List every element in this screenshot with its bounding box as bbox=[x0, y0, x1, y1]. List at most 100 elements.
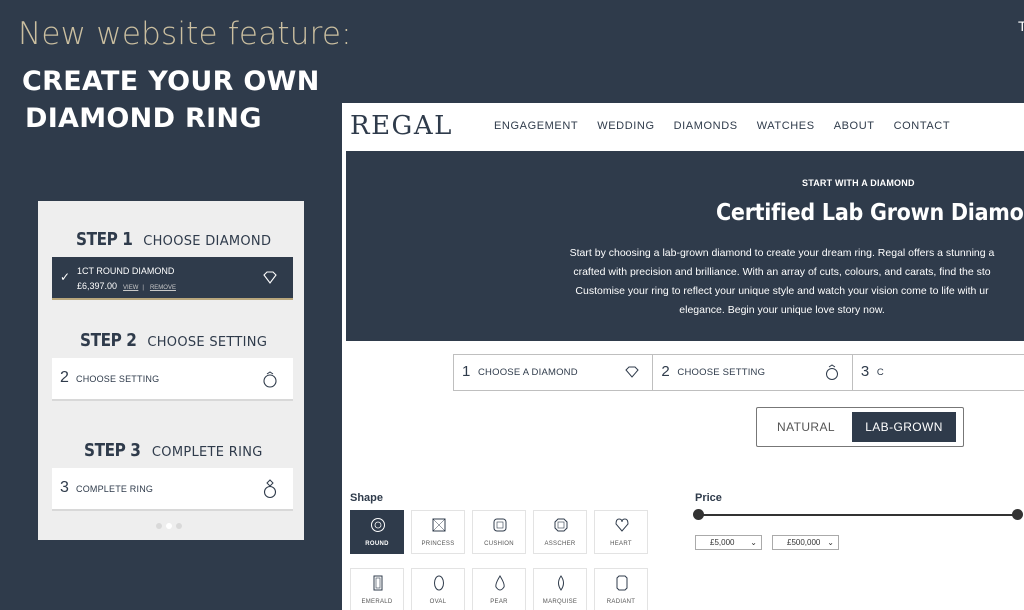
cushion-shape-icon bbox=[493, 518, 507, 532]
nav-watches[interactable]: WATCHES bbox=[757, 120, 815, 132]
chevron-down-icon: ⌄ bbox=[750, 538, 757, 547]
shape-option-marquise[interactable]: MARQUISE bbox=[533, 568, 587, 610]
price-max-value: £500,000 bbox=[787, 538, 821, 547]
promo-title: CREATE YOUR OWN DIAMOND RING bbox=[22, 63, 320, 137]
price-min-value: £5,000 bbox=[710, 538, 735, 547]
shape-option-label: MARQUISE bbox=[542, 599, 578, 605]
step2-box-label: CHOOSE SETTING bbox=[76, 374, 160, 384]
promo-title-line2: DIAMOND RING bbox=[25, 103, 262, 134]
step-number: 1 bbox=[462, 363, 471, 380]
feature-headline: New website feature: bbox=[18, 16, 352, 52]
shape-option-emerald[interactable]: EMERALD bbox=[350, 568, 404, 610]
nav-engagement[interactable]: ENGAGEMENT bbox=[494, 120, 578, 132]
shape-option-label: ROUND bbox=[365, 541, 389, 547]
price-slider-track[interactable] bbox=[698, 514, 1018, 516]
asscher-shape-icon bbox=[554, 518, 568, 532]
price-filter-label: Price bbox=[695, 492, 722, 504]
selected-diamond-price-row: £6,397.00 VIEW | REMOVE bbox=[77, 281, 176, 291]
check-icon: ✓ bbox=[60, 270, 71, 284]
shape-filter-label: Shape bbox=[350, 492, 384, 504]
hero-kicker: START WITH A DIAMOND bbox=[802, 178, 915, 188]
main-nav: ENGAGEMENT WEDDING DIAMONDS WATCHES ABOU… bbox=[494, 120, 969, 132]
marquise-shape-icon bbox=[558, 575, 564, 591]
selected-diamond-name: 1CT ROUND DIAMOND bbox=[77, 266, 175, 276]
hero-description: Start by choosing a lab-grown diamond to… bbox=[522, 244, 1024, 320]
shape-option-label: RADIANT bbox=[606, 599, 636, 605]
diamond-ring-icon bbox=[263, 479, 277, 499]
hero-line: Customise your ring to reflect your uniq… bbox=[575, 285, 989, 297]
step1-selected-diamond[interactable]: ✓ 1CT ROUND DIAMOND £6,397.00 VIEW | REMOVE bbox=[52, 257, 293, 300]
shape-option-label: PRINCESS bbox=[421, 541, 455, 547]
price-max-select[interactable]: £500,000 ⌄ bbox=[772, 535, 839, 550]
step2-box-number: 2 bbox=[60, 369, 69, 386]
carousel-dot[interactable] bbox=[156, 523, 162, 529]
carousel-dot[interactable] bbox=[166, 523, 172, 529]
oval-shape-icon bbox=[434, 575, 444, 591]
shape-option-label: HEART bbox=[610, 541, 632, 547]
step-label: CHOOSE A DIAMOND bbox=[478, 367, 578, 378]
price-min-select[interactable]: £5,000 ⌄ bbox=[695, 535, 762, 550]
lab-grown-option[interactable]: LAB-GROWN bbox=[852, 412, 956, 442]
step2-choose-setting[interactable]: 2 CHOOSE SETTING bbox=[52, 358, 293, 401]
nav-diamonds[interactable]: DIAMONDS bbox=[674, 120, 738, 132]
step2-heading: STEP 2 CHOOSE SETTING bbox=[38, 330, 304, 351]
shape-option-oval[interactable]: OVAL bbox=[411, 568, 465, 610]
step-choose-diamond[interactable]: 1 CHOOSE A DIAMOND bbox=[454, 355, 654, 390]
step3-box-number: 3 bbox=[60, 479, 69, 496]
heart-icon bbox=[625, 366, 640, 378]
step3-title: COMPLETE RING bbox=[151, 445, 263, 460]
remove-link[interactable]: REMOVE bbox=[150, 285, 176, 291]
hero-line: elegance. Begin your unique love story n… bbox=[679, 304, 885, 316]
shape-option-radiant[interactable]: RADIANT bbox=[594, 568, 648, 610]
carousel-dots[interactable] bbox=[156, 523, 182, 529]
princess-shape-icon bbox=[432, 518, 446, 532]
view-link[interactable]: VIEW bbox=[123, 285, 138, 291]
emerald-shape-icon bbox=[373, 575, 383, 591]
price-slider-max-handle[interactable] bbox=[1012, 509, 1023, 520]
step1-number: STEP 1 bbox=[75, 229, 133, 250]
step1-title: CHOOSE DIAMOND bbox=[143, 234, 272, 249]
price-slider-min-handle[interactable] bbox=[693, 509, 704, 520]
shape-option-label: OVAL bbox=[429, 599, 447, 605]
step-complete-ring[interactable]: 3 C bbox=[853, 355, 1024, 390]
diamond-type-toggle: NATURAL LAB-GROWN bbox=[756, 407, 964, 447]
step-label: CHOOSE SETTING bbox=[677, 367, 766, 378]
step2-number: STEP 2 bbox=[79, 330, 137, 351]
step3-complete-ring[interactable]: 3 COMPLETE RING bbox=[52, 468, 293, 511]
hero-banner: START WITH A DIAMOND Certified Lab Grown… bbox=[346, 151, 1024, 341]
shape-option-label: EMERALD bbox=[361, 599, 393, 605]
nav-contact[interactable]: CONTACT bbox=[894, 120, 951, 132]
shape-option-label: ASSCHER bbox=[544, 541, 576, 547]
nav-wedding[interactable]: WEDDING bbox=[597, 120, 654, 132]
step-number: 2 bbox=[661, 363, 670, 380]
shape-option-cushion[interactable]: CUSHION bbox=[472, 510, 526, 554]
step2-title: CHOOSE SETTING bbox=[147, 335, 268, 350]
radiant-shape-icon bbox=[616, 575, 628, 591]
natural-option[interactable]: NATURAL bbox=[761, 412, 851, 442]
corner-mark: T bbox=[1018, 18, 1024, 34]
chevron-down-icon: ⌄ bbox=[827, 538, 834, 547]
nav-about[interactable]: ABOUT bbox=[834, 120, 875, 132]
hero-line: Start by choosing a lab-grown diamond to… bbox=[569, 247, 995, 259]
shape-option-princess[interactable]: PRINCESS bbox=[411, 510, 465, 554]
shape-option-round[interactable]: ROUND bbox=[350, 510, 404, 554]
ring-setting-icon bbox=[263, 371, 277, 388]
step1-heading: STEP 1 CHOOSE DIAMOND bbox=[38, 229, 304, 250]
pear-shape-icon bbox=[495, 575, 505, 591]
builder-steps: 1 CHOOSE A DIAMOND 2 CHOOSE SETTING 3 C bbox=[453, 354, 1024, 391]
website-preview: REGAL ENGAGEMENT WEDDING DIAMONDS WATCHE… bbox=[342, 103, 1024, 610]
shape-option-pear[interactable]: PEAR bbox=[472, 568, 526, 610]
round-shape-icon bbox=[371, 518, 385, 532]
hero-line: crafted with precision and brilliance. W… bbox=[573, 266, 991, 278]
carousel-dot[interactable] bbox=[176, 523, 182, 529]
heart-shape-icon bbox=[615, 518, 629, 532]
step-number: 3 bbox=[860, 363, 870, 380]
step3-heading: STEP 3 COMPLETE RING bbox=[38, 440, 304, 461]
promo-title-line1: CREATE YOUR OWN bbox=[22, 66, 320, 97]
shape-option-asscher[interactable]: ASSCHER bbox=[533, 510, 587, 554]
shape-option-heart[interactable]: HEART bbox=[594, 510, 648, 554]
shape-option-label: CUSHION bbox=[484, 541, 514, 547]
step-choose-setting[interactable]: 2 CHOOSE SETTING bbox=[653, 355, 853, 390]
regal-logo[interactable]: REGAL bbox=[350, 111, 453, 141]
step3-number: STEP 3 bbox=[84, 440, 141, 461]
